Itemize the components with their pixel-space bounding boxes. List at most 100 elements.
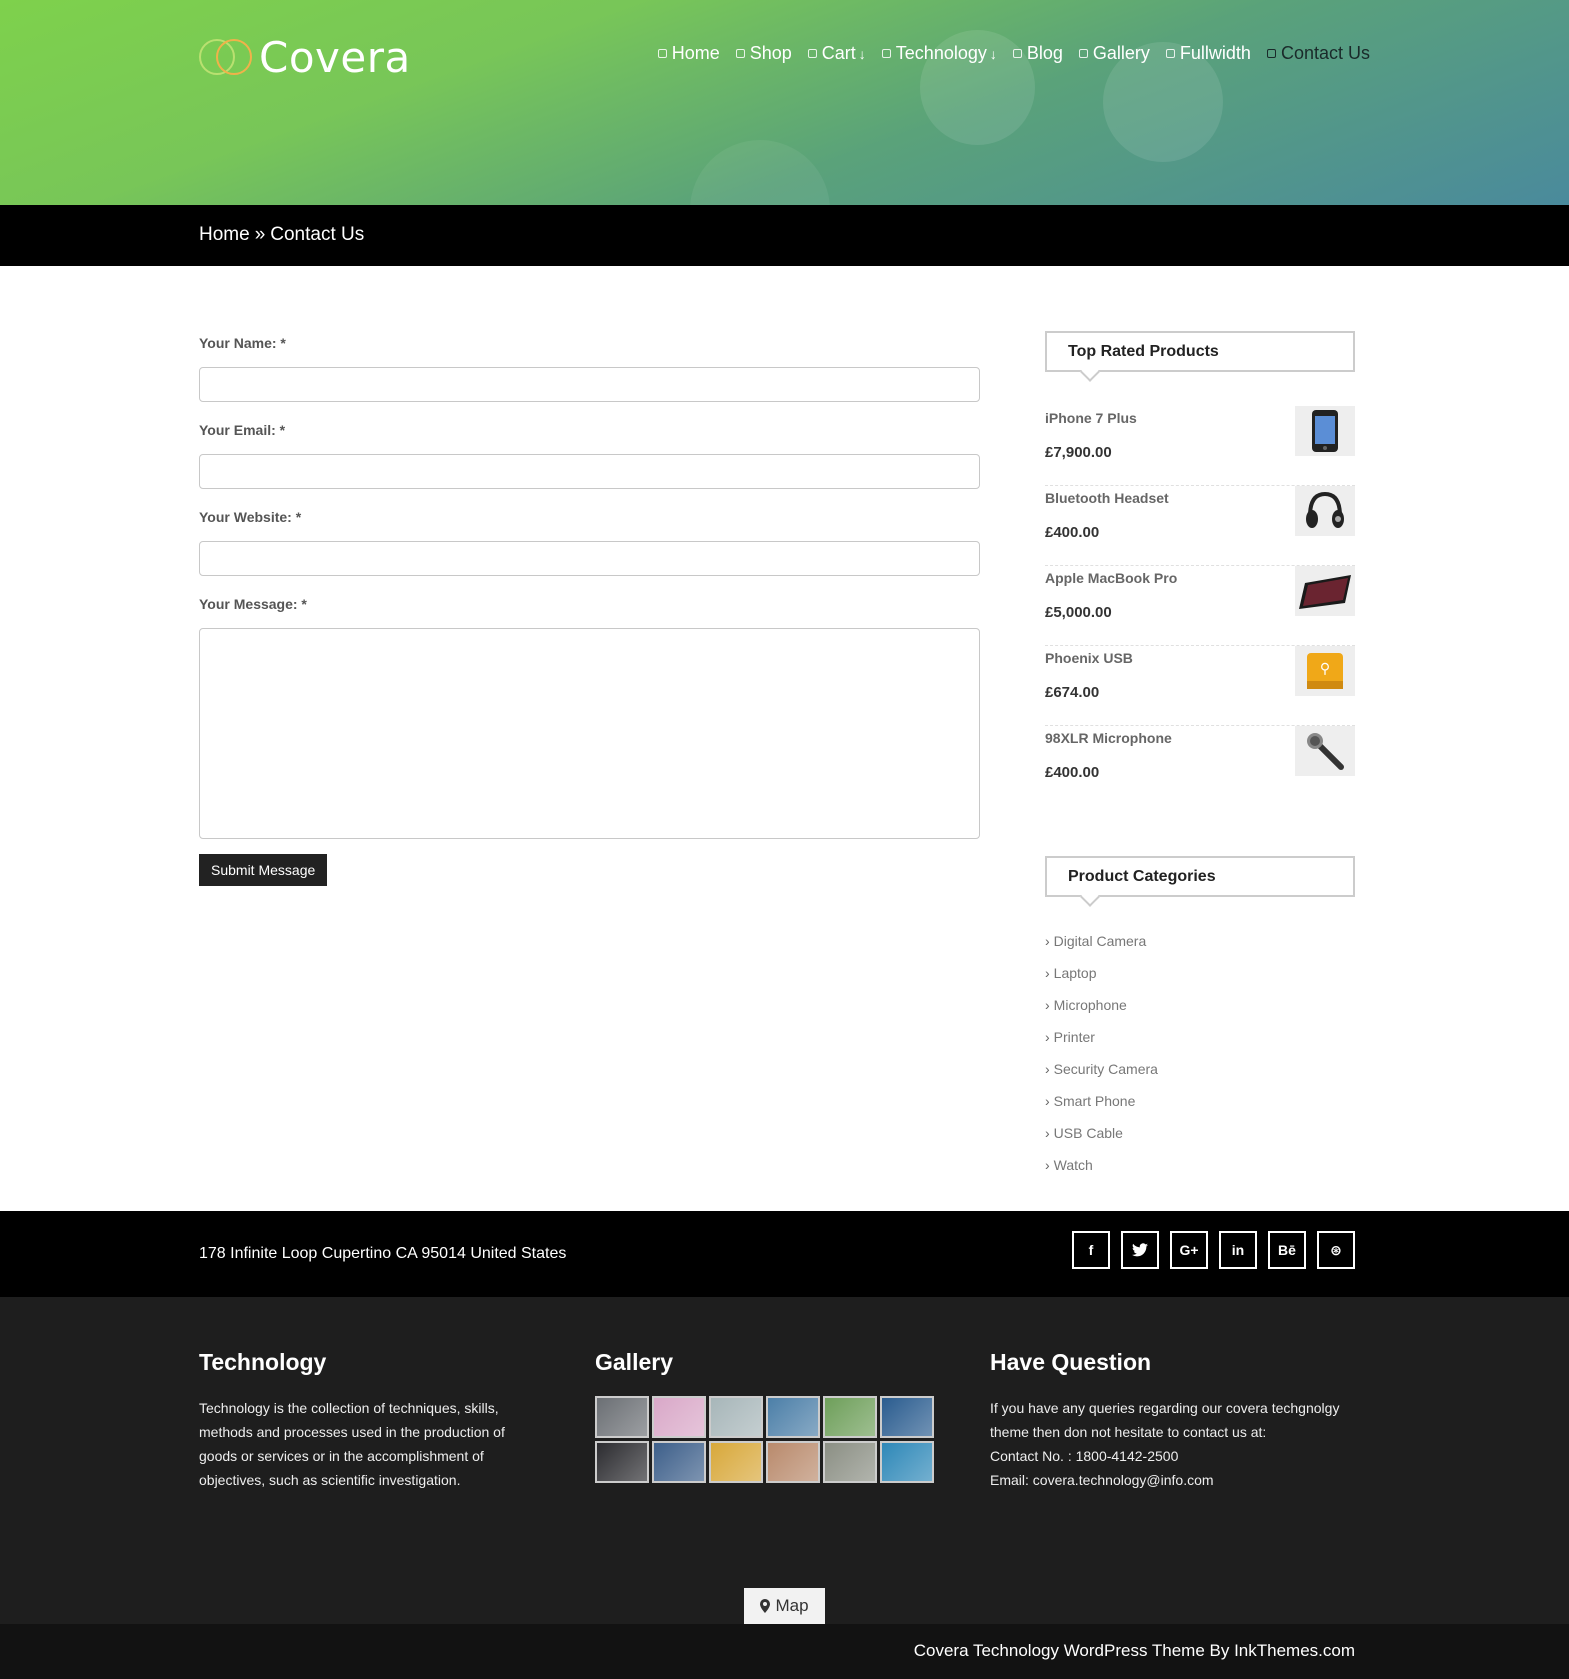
category-link[interactable]: › Watch <box>1045 1149 1355 1181</box>
product-item[interactable]: Apple MacBook Pro £5,000.00 <box>1045 566 1355 646</box>
category-label: USB Cable <box>1053 1125 1123 1141</box>
gallery-grid <box>595 1396 935 1483</box>
square-bullet-icon <box>735 49 745 58</box>
nav-item-shop[interactable]: Shop <box>735 43 792 64</box>
message-textarea[interactable] <box>199 628 980 839</box>
contact-number: Contact No. : 1800-4142-2500 <box>990 1448 1179 1464</box>
gallery-thumbnail[interactable] <box>652 1396 706 1438</box>
product-name[interactable]: iPhone 7 Plus <box>1045 410 1137 426</box>
logo-rings-icon <box>199 37 255 77</box>
breadcrumb-home-link[interactable]: Home <box>199 224 250 246</box>
chevron-right-icon: › <box>1045 1157 1050 1173</box>
name-label: Your Name: * <box>199 335 286 351</box>
gallery-thumbnail[interactable] <box>823 1396 877 1438</box>
product-name[interactable]: Apple MacBook Pro <box>1045 570 1177 586</box>
gallery-thumbnail[interactable] <box>595 1441 649 1483</box>
gallery-thumbnail[interactable] <box>652 1441 706 1483</box>
category-link[interactable]: › Laptop <box>1045 957 1355 989</box>
category-link[interactable]: › Printer <box>1045 1021 1355 1053</box>
address-text: 178 Infinite Loop Cupertino CA 95014 Uni… <box>199 1245 567 1262</box>
category-label: Watch <box>1053 1157 1093 1173</box>
question-text: If you have any queries regarding our co… <box>990 1400 1340 1440</box>
svg-text:⚲: ⚲ <box>1320 661 1330 677</box>
nav-item-cart[interactable]: Cart ↓ <box>807 43 866 64</box>
behance-icon[interactable]: Bē <box>1268 1231 1306 1269</box>
dropdown-arrow-icon: ↓ <box>858 45 866 62</box>
phone-icon[interactable] <box>1295 406 1355 456</box>
footer-widgets: Technology Technology is the collection … <box>0 1297 1569 1624</box>
product-categories-title: Product Categories <box>1045 856 1355 897</box>
product-name[interactable]: Bluetooth Headset <box>1045 490 1169 506</box>
submit-message-button[interactable]: Submit Message <box>199 854 328 886</box>
product-price: £400.00 <box>1045 764 1100 781</box>
product-item[interactable]: Bluetooth Headset £400.00 <box>1045 486 1355 566</box>
social-links: f G+ in Bē ⊛ <box>1072 1231 1355 1269</box>
footer-gallery: Gallery <box>595 1349 935 1483</box>
square-bullet-icon <box>1012 49 1022 58</box>
twitter-icon[interactable] <box>1121 1231 1159 1269</box>
category-label: Smart Phone <box>1053 1093 1136 1109</box>
nav-item-home[interactable]: Home <box>657 43 720 64</box>
product-item[interactable]: iPhone 7 Plus £7,900.00 <box>1045 406 1355 486</box>
breadcrumb-separator: » <box>254 224 266 245</box>
facebook-icon[interactable]: f <box>1072 1231 1110 1269</box>
category-link[interactable]: › Digital Camera <box>1045 925 1355 957</box>
product-name[interactable]: Phoenix USB <box>1045 650 1133 666</box>
nav-label: Shop <box>749 43 792 63</box>
nav-item-contact-us[interactable]: Contact Us <box>1266 43 1370 64</box>
category-label: Microphone <box>1053 997 1127 1013</box>
email-input[interactable] <box>199 454 980 489</box>
footer-contact-bar: 178 Infinite Loop Cupertino CA 95014 Uni… <box>0 1211 1569 1297</box>
product-price: £5,000.00 <box>1045 604 1112 621</box>
square-bullet-icon <box>1266 49 1276 58</box>
nav-item-fullwidth[interactable]: Fullwidth <box>1165 43 1251 64</box>
nav-item-blog[interactable]: Blog <box>1012 43 1063 64</box>
chevron-right-icon: › <box>1045 965 1050 981</box>
contact-email[interactable]: Email: covera.technology@info.com <box>990 1468 1370 1492</box>
gallery-thumbnail[interactable] <box>880 1441 934 1483</box>
headset-icon[interactable] <box>1295 486 1355 536</box>
nav-label: Cart <box>821 43 856 63</box>
microphone-icon[interactable] <box>1295 726 1355 776</box>
category-link[interactable]: › Microphone <box>1045 989 1355 1021</box>
website-input[interactable] <box>199 541 980 576</box>
gallery-thumbnail[interactable] <box>595 1396 649 1438</box>
site-logo[interactable]: Covera <box>199 33 411 82</box>
dribbble-icon[interactable]: ⊛ <box>1317 1231 1355 1269</box>
breadcrumb-bar: Home » Contact Us <box>0 205 1569 266</box>
product-list: iPhone 7 Plus £7,900.00 Bluetooth Headse… <box>1045 406 1355 806</box>
chevron-right-icon: › <box>1045 1125 1050 1141</box>
nav-label: Home <box>671 43 720 63</box>
square-bullet-icon <box>1078 49 1088 58</box>
copyright-text[interactable]: Covera Technology WordPress Theme By Ink… <box>914 1641 1355 1661</box>
product-price: £674.00 <box>1045 684 1100 701</box>
nav-item-gallery[interactable]: Gallery <box>1078 43 1150 64</box>
map-pin-icon <box>760 1599 771 1613</box>
gallery-thumbnail[interactable] <box>709 1396 763 1438</box>
product-name[interactable]: 98XLR Microphone <box>1045 730 1172 746</box>
contact-form: Your Name: * Your Email: * Your Website:… <box>199 330 980 886</box>
name-input[interactable] <box>199 367 980 402</box>
gallery-thumbnail[interactable] <box>823 1441 877 1483</box>
product-item[interactable]: 98XLR Microphone £400.00 <box>1045 726 1355 806</box>
google-plus-icon[interactable]: G+ <box>1170 1231 1208 1269</box>
category-link[interactable]: › USB Cable <box>1045 1117 1355 1149</box>
usb-drive-icon[interactable]: ⚲ <box>1295 646 1355 696</box>
categories-widget: Product Categories › Digital Camera › Lapt… <box>1045 856 1355 1181</box>
map-label: Map <box>775 1596 809 1615</box>
technology-heading: Technology <box>199 1349 327 1375</box>
dropdown-arrow-icon: ↓ <box>989 45 997 62</box>
product-item[interactable]: Phoenix USB £674.00 ⚲ <box>1045 646 1355 726</box>
square-bullet-icon <box>881 49 891 58</box>
category-link[interactable]: › Smart Phone <box>1045 1085 1355 1117</box>
gallery-thumbnail[interactable] <box>766 1396 820 1438</box>
nav-item-technology[interactable]: Technology ↓ <box>881 43 997 64</box>
tablet-icon[interactable] <box>1295 566 1355 616</box>
square-bullet-icon <box>807 49 817 58</box>
map-button[interactable]: Map <box>744 1588 825 1624</box>
gallery-thumbnail[interactable] <box>766 1441 820 1483</box>
linkedin-icon[interactable]: in <box>1219 1231 1257 1269</box>
gallery-thumbnail[interactable] <box>709 1441 763 1483</box>
gallery-thumbnail[interactable] <box>880 1396 934 1438</box>
category-link[interactable]: › Security Camera <box>1045 1053 1355 1085</box>
